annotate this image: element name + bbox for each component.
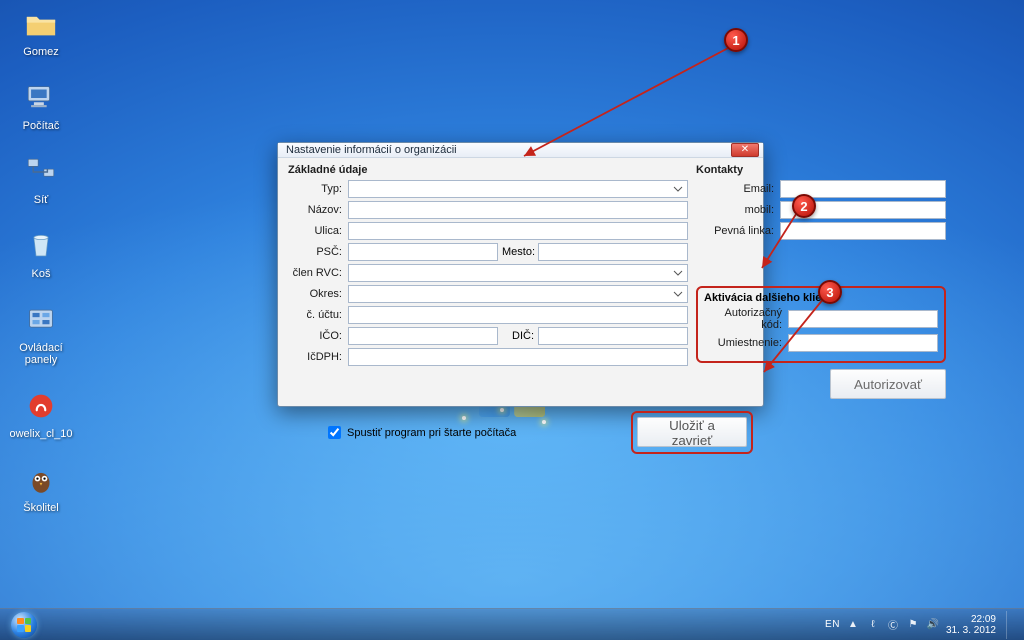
- taskbar-date: 31. 3. 2012: [946, 625, 996, 636]
- pevna-field[interactable]: [780, 222, 946, 240]
- okres-select[interactable]: [348, 285, 688, 303]
- basic-data-heading: Základné údaje: [288, 164, 688, 176]
- basic-data-section: Základné údaje Typ: Názov: Ulica: PSČ: M…: [288, 164, 688, 399]
- save-close-button[interactable]: Uložiť a zavrieť: [637, 417, 747, 447]
- label-ico: IČO:: [288, 330, 348, 342]
- label-nazov: Názov:: [288, 204, 348, 216]
- typ-select[interactable]: [348, 180, 688, 198]
- taskbar-time: 22:09: [946, 614, 996, 625]
- label-email: Email:: [696, 183, 780, 195]
- dialog-close-button[interactable]: ✕: [731, 143, 759, 157]
- cuctu-field[interactable]: [348, 306, 688, 324]
- label-dic: DIČ:: [498, 330, 538, 342]
- dialog-body: Základné údaje Typ: Názov: Ulica: PSČ: M…: [278, 158, 763, 464]
- save-close-highlight: Uložiť a zavrieť: [631, 411, 753, 454]
- authorize-button-row: Autorizovať: [696, 369, 946, 399]
- callout-2: 2: [792, 194, 816, 218]
- startup-checkbox-label: Spustiť program pri štarte počítača: [347, 427, 516, 439]
- tray-icon-2[interactable]: Ⓒ: [886, 617, 900, 632]
- desktop-icon-label: Školitel: [23, 502, 58, 514]
- control-panel-icon: [23, 302, 59, 338]
- desktop-icon-user-folder[interactable]: Gomez: [6, 6, 76, 58]
- nazov-field[interactable]: [348, 201, 688, 219]
- start-button[interactable]: [4, 611, 44, 639]
- desktop-icon-label: Gomez: [23, 46, 58, 58]
- desktop-icon-control-panel[interactable]: Ovládací panely: [6, 302, 76, 366]
- callout-3: 3: [818, 280, 842, 304]
- label-umiestnenie: Umiestnenie:: [704, 337, 788, 349]
- label-okres: Okres:: [288, 288, 348, 300]
- label-ulica: Ulica:: [288, 225, 348, 237]
- folder-icon: [23, 6, 59, 42]
- language-indicator[interactable]: EN: [825, 619, 840, 630]
- action-center-icon[interactable]: ⚑: [906, 619, 920, 630]
- volume-icon[interactable]: 🔊: [926, 619, 940, 630]
- label-cuctu: č. účtu:: [288, 309, 348, 321]
- label-mesto: Mesto:: [498, 246, 538, 258]
- authorize-button[interactable]: Autorizovať: [830, 369, 946, 399]
- taskbar: EN ▲ ℓ Ⓒ ⚑ 🔊 22:09 31. 3. 2012: [0, 608, 1024, 640]
- umiestnenie-field[interactable]: [788, 334, 938, 352]
- owl-icon: [23, 462, 59, 498]
- start-orb-icon: [11, 612, 37, 638]
- desktop-icon-label: Počítač: [23, 120, 60, 132]
- label-icdph: IčDPH:: [288, 351, 348, 363]
- psc-field[interactable]: [348, 243, 498, 261]
- ulica-field[interactable]: [348, 222, 688, 240]
- desktop-icons: Gomez Počítač Síť Koš Ovládací panely ow…: [6, 6, 76, 514]
- desktop-icon-label: owelix_cl_10: [10, 428, 73, 440]
- show-desktop-button[interactable]: [1006, 611, 1016, 639]
- auth-code-field[interactable]: [788, 310, 938, 328]
- callout-1: 1: [724, 28, 748, 52]
- icdph-field[interactable]: [348, 348, 688, 366]
- label-mobil: mobil:: [696, 204, 780, 216]
- label-clen-rvc: člen RVC:: [288, 267, 348, 279]
- dic-field[interactable]: [538, 327, 688, 345]
- ico-field[interactable]: [348, 327, 498, 345]
- label-psc: PSČ:: [288, 246, 348, 258]
- dialog-titlebar[interactable]: Nastavenie informácií o organizácii ✕: [278, 143, 763, 158]
- taskbar-clock[interactable]: 22:09 31. 3. 2012: [946, 614, 996, 636]
- contacts-section: Kontakty Email: mobil: Pevná linka: Akti…: [696, 164, 946, 399]
- desktop-icon-label: Síť: [34, 194, 49, 206]
- desktop-icon-skolitel[interactable]: Školitel: [6, 462, 76, 514]
- desktop-icon-computer[interactable]: Počítač: [6, 80, 76, 132]
- dialog-footer: Spustiť program pri štarte počítača Ulož…: [288, 411, 753, 454]
- app-icon: [23, 388, 59, 424]
- desktop-icon-network[interactable]: Síť: [6, 154, 76, 206]
- label-auth-code: Autorizačný kód:: [704, 307, 788, 331]
- contacts-heading: Kontakty: [696, 164, 946, 176]
- startup-checkbox[interactable]: [328, 426, 341, 439]
- trash-icon: [23, 228, 59, 264]
- label-typ: Typ:: [288, 183, 348, 195]
- mesto-field[interactable]: [538, 243, 688, 261]
- desktop-icon-recycle-bin[interactable]: Koš: [6, 228, 76, 280]
- label-pevna: Pevná linka:: [696, 225, 780, 237]
- dialog-title: Nastavenie informácií o organizácii: [286, 144, 457, 156]
- organization-settings-dialog: Nastavenie informácií o organizácii ✕ Zá…: [277, 142, 764, 407]
- clen-rvc-select[interactable]: [348, 264, 688, 282]
- network-icon: [23, 154, 59, 190]
- computer-icon: [23, 80, 59, 116]
- tray-overflow-icon[interactable]: ▲: [846, 619, 860, 630]
- desktop-icon-label: Ovládací panely: [6, 342, 76, 366]
- tray-icon-1[interactable]: ℓ: [866, 619, 880, 630]
- desktop-icon-app-owelix[interactable]: owelix_cl_10: [6, 388, 76, 440]
- system-tray: EN ▲ ℓ Ⓒ ⚑ 🔊 22:09 31. 3. 2012: [825, 611, 1020, 639]
- desktop-icon-label: Koš: [32, 268, 51, 280]
